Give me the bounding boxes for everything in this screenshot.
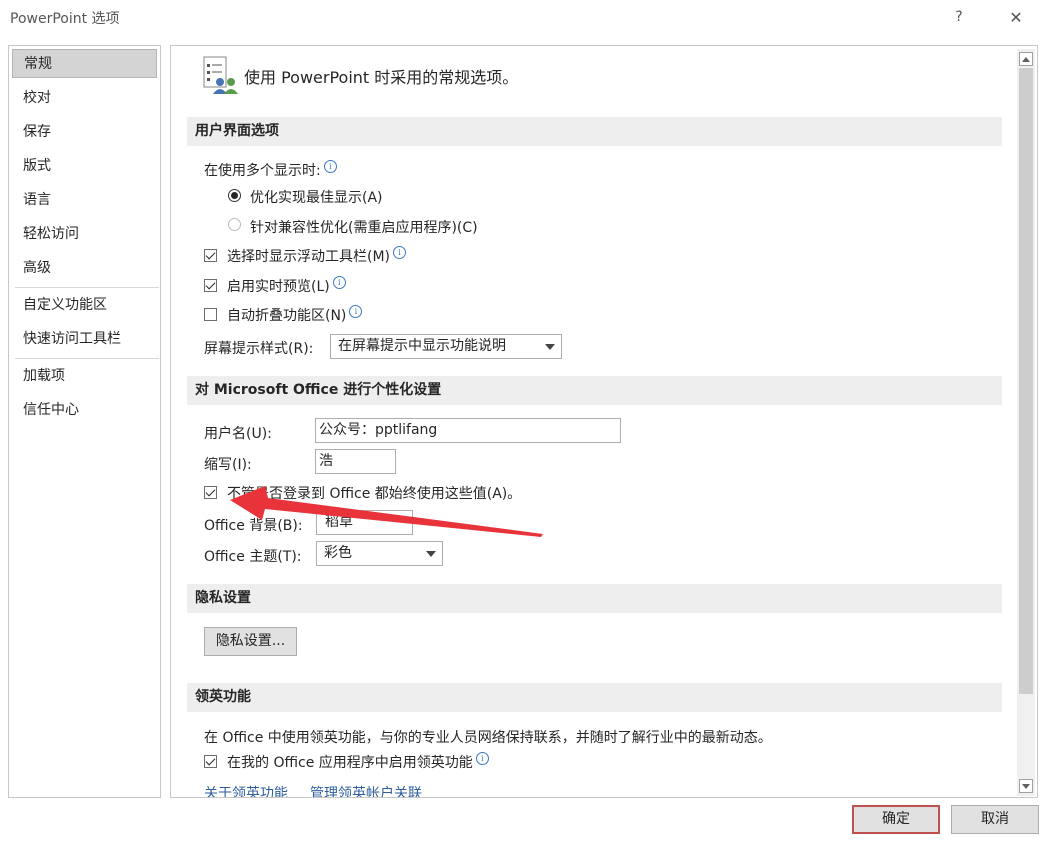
info-icon: i <box>393 246 407 260</box>
screentip-select[interactable]: 在屏幕提示中显示功能说明 <box>330 334 562 359</box>
office-theme-select[interactable]: 彩色 <box>316 541 443 566</box>
checkbox-collapse-ribbon[interactable] <box>204 308 217 321</box>
info-icon: i <box>349 305 363 319</box>
checkbox-enable-linkedin[interactable] <box>204 755 217 768</box>
initials-label: 缩写(I): <box>204 457 252 473</box>
scroll-thumb[interactable] <box>1019 68 1033 694</box>
live-preview-label: 启用实时预览(L) i <box>227 276 346 296</box>
sidebar-separator <box>15 287 159 288</box>
options-content-panel: 使用 PowerPoint 时采用的常规选项。 用户界面选项 在使用多个显示时:… <box>170 45 1038 798</box>
linkedin-description: 在 Office 中使用领英功能，与你的专业人员网络保持联系，并随时了解行业中的… <box>204 730 772 746</box>
radio-optimize-best[interactable] <box>228 189 241 202</box>
office-background-select[interactable]: 稻草 <box>316 510 413 535</box>
section-personalize: 对 Microsoft Office 进行个性化设置 <box>187 376 1002 405</box>
mini-toolbar-label: 选择时显示浮动工具栏(M) i <box>227 246 407 266</box>
sidebar-item-layout[interactable]: 版式 <box>12 152 157 181</box>
sidebar-item-add-ins[interactable]: 加载项 <box>12 362 157 391</box>
sidebar-item-customize-ribbon[interactable]: 自定义功能区 <box>12 291 157 320</box>
sidebar-item-trust-center[interactable]: 信任中心 <box>12 396 157 425</box>
checkbox-always-use-values[interactable] <box>204 486 217 499</box>
triangle-up-icon <box>1022 56 1030 62</box>
chevron-down-icon <box>426 551 436 557</box>
section-ui-options: 用户界面选项 <box>187 117 1002 146</box>
info-icon: i <box>332 276 346 290</box>
sidebar-item-accessibility[interactable]: 轻松访问 <box>12 220 157 249</box>
sidebar-item-advanced[interactable]: 高级 <box>12 254 157 283</box>
chevron-down-icon <box>545 344 555 350</box>
scroll-down-arrow[interactable] <box>1019 779 1033 793</box>
username-label: 用户名(U): <box>204 426 272 442</box>
checkbox-mini-toolbar[interactable] <box>204 249 217 262</box>
enable-linkedin-label: 在我的 Office 应用程序中启用领英功能 i <box>227 752 489 772</box>
window-title: PowerPoint 选项 <box>10 11 120 27</box>
screentip-select-value: 在屏幕提示中显示功能说明 <box>338 338 506 354</box>
multi-display-label: 在使用多个显示时: i <box>204 160 337 180</box>
collapse-ribbon-label: 自动折叠功能区(N) i <box>227 305 363 325</box>
office-theme-label: Office 主题(T): <box>204 549 302 565</box>
sidebar-item-save[interactable]: 保存 <box>12 118 157 147</box>
radio-optimize-best-label: 优化实现最佳显示(A) <box>250 190 383 206</box>
username-input[interactable]: 公众号：pptlifang <box>315 418 621 443</box>
radio-optimize-compat[interactable] <box>228 218 241 231</box>
checkbox-live-preview[interactable] <box>204 279 217 292</box>
triangle-down-icon <box>1022 783 1030 789</box>
page-header-text: 使用 PowerPoint 时采用的常规选项。 <box>244 68 519 87</box>
cancel-button[interactable]: 取消 <box>951 805 1039 834</box>
content-scrollbar[interactable] <box>1017 49 1035 796</box>
section-linkedin: 领英功能 <box>187 683 1002 712</box>
sidebar-item-quick-access-toolbar[interactable]: 快速访问工具栏 <box>12 325 157 354</box>
close-button[interactable]: ✕ <box>1001 4 1031 30</box>
sidebar-item-general[interactable]: 常规 <box>12 49 157 78</box>
section-privacy: 隐私设置 <box>187 584 1002 613</box>
ok-button[interactable]: 确定 <box>852 805 940 834</box>
office-background-label: Office 背景(B): <box>204 518 303 534</box>
screentip-label: 屏幕提示样式(R): <box>204 341 314 357</box>
info-icon: i <box>475 752 489 766</box>
about-linkedin-link[interactable]: 关于领英功能 <box>204 783 288 797</box>
initials-input[interactable]: 浩 <box>315 449 396 474</box>
scroll-up-arrow[interactable] <box>1019 52 1033 66</box>
sidebar-separator <box>15 358 159 359</box>
sidebar-item-proofing[interactable]: 校对 <box>12 84 157 113</box>
always-use-values-label: 不管是否登录到 Office 都始终使用这些值(A)。 <box>227 486 522 502</box>
radio-optimize-compat-label: 针对兼容性优化(需重启应用程序)(C) <box>250 220 478 236</box>
sidebar-item-language[interactable]: 语言 <box>12 186 157 215</box>
office-theme-select-value: 彩色 <box>324 545 352 561</box>
help-button[interactable]: ? <box>944 4 974 30</box>
sidebar-nav: 常规 校对 保存 版式 语言 轻松访问 高级 自定义功能区 快速访问工具栏 加载… <box>8 45 161 798</box>
privacy-settings-button[interactable]: 隐私设置... <box>204 627 297 656</box>
info-icon: i <box>323 160 337 174</box>
general-options-icon <box>203 56 238 94</box>
manage-linkedin-link[interactable]: 管理领英帐户关联 <box>310 783 422 797</box>
